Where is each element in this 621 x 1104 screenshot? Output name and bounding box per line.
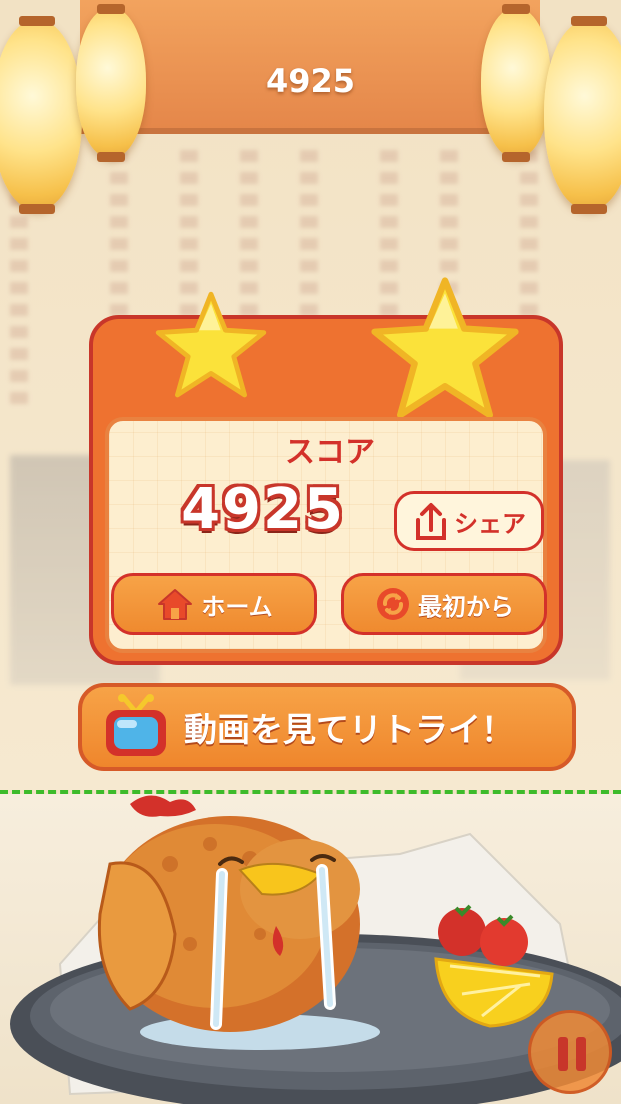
pause-button[interactable] — [528, 1010, 612, 1094]
pause-icon — [576, 1037, 586, 1071]
watch-video-retry-button[interactable]: 動画を見てリトライ！ — [78, 683, 576, 771]
tv-icon — [106, 694, 166, 756]
home-icon — [158, 589, 193, 620]
home-label: ホーム — [201, 592, 273, 621]
share-label: シェア — [454, 509, 526, 538]
score-value: 4925 — [181, 477, 345, 542]
restart-label: 最初から — [418, 592, 514, 621]
score-label: スコア — [285, 435, 375, 470]
lantern-left-outer — [0, 16, 82, 214]
lantern-right-outer — [544, 16, 621, 214]
header-score: 4925 — [265, 62, 356, 100]
star-icon — [371, 277, 519, 419]
share-icon — [416, 503, 446, 540]
result-panel: スコア 4925 シェア ホーム 最初から — [89, 277, 563, 665]
star-icon — [155, 291, 267, 398]
retry-label: 動画を見てリトライ！ — [184, 710, 514, 749]
pause-icon — [558, 1037, 568, 1071]
restart-icon — [377, 588, 409, 620]
home-button[interactable]: ホーム — [111, 573, 317, 635]
restart-button[interactable]: 最初から — [341, 573, 547, 635]
share-button[interactable]: シェア — [394, 491, 544, 551]
